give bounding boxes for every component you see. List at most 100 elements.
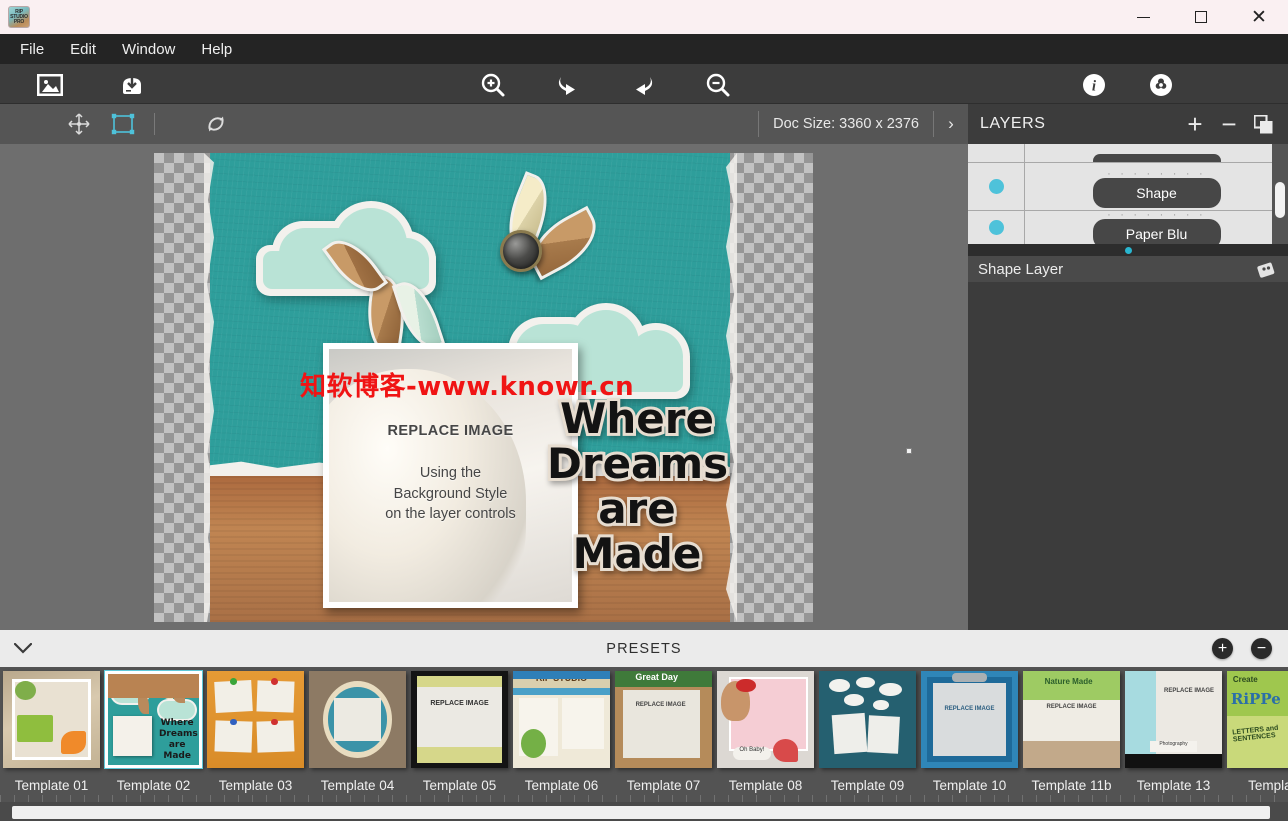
maximize-button[interactable] xyxy=(1172,0,1230,34)
preset-label: Template 05 xyxy=(422,778,497,793)
brad-embellishment xyxy=(500,230,542,272)
preset-item[interactable]: Nature Made REPLACE IMAGE Template 11b xyxy=(1021,667,1122,802)
minimize-button[interactable] xyxy=(1114,0,1172,34)
close-button[interactable]: ✕ xyxy=(1230,0,1288,34)
menu-item-help[interactable]: Help xyxy=(191,34,242,64)
layer-row[interactable]: · · · · · · · · Shape xyxy=(968,162,1288,211)
info-icon[interactable]: i xyxy=(1079,70,1109,100)
cursor-marker xyxy=(906,448,912,454)
maximize-icon xyxy=(1195,11,1207,23)
layer-name-pill[interactable]: Shape xyxy=(1092,177,1221,208)
layer-name-pill[interactable] xyxy=(1092,154,1221,162)
canvas-workspace[interactable]: REPLACE IMAGE Using the Background Style… xyxy=(0,144,968,630)
watermark-text: 知软博客-www.knowr.cn xyxy=(300,372,635,402)
preset-thumbnail[interactable]: REPLACE IMAGE Photography xyxy=(1125,671,1222,768)
add-preset-button[interactable]: + xyxy=(1212,638,1233,659)
instruction-line-1: Using the xyxy=(419,465,482,481)
preset-thumbnail[interactable]: RIP STUDIO xyxy=(513,671,610,768)
menu-item-window[interactable]: Window xyxy=(112,34,185,64)
remove-layer-button[interactable]: − xyxy=(1212,107,1246,141)
redo-icon[interactable] xyxy=(629,70,659,100)
preset-thumbnail[interactable]: REPLACE IMAGE xyxy=(921,671,1018,768)
preset-thumbnail[interactable]: Oh Baby! xyxy=(717,671,814,768)
layer-drag-handle[interactable]: · · · · · · · · xyxy=(1107,168,1206,180)
preset-thumbnail[interactable]: Where Dreams are Made xyxy=(104,670,203,769)
instruction-line-2: Background Style xyxy=(393,485,508,502)
layer-drag-handle[interactable]: · · · · · · · · xyxy=(1107,211,1206,221)
preset-thumbnail[interactable] xyxy=(207,671,304,768)
presets-list: Template 01 Where Dreams are Made Template … xyxy=(0,667,1288,802)
layer-row[interactable] xyxy=(968,144,1288,162)
layer-visibility-toggle[interactable] xyxy=(968,179,1024,194)
minus-icon: − xyxy=(1256,639,1267,657)
layer-content[interactable]: · · · · · · · · Paper Blu xyxy=(1025,211,1288,244)
menu-bar: File Edit Window Help xyxy=(0,34,1288,64)
layer-name-pill[interactable]: Paper Blu xyxy=(1092,218,1221,244)
minimize-icon xyxy=(1136,16,1150,18)
main-toolbar: i xyxy=(0,64,1288,104)
add-layer-button[interactable]: + xyxy=(1178,107,1212,141)
preset-item[interactable]: REPLACE IMAGE Photography Template 13 xyxy=(1123,667,1224,802)
presets-title: PRESETS xyxy=(606,640,682,657)
doc-size-label: Doc Size: 3360 x 2376 xyxy=(773,116,919,132)
preset-label: Template 07 xyxy=(626,778,701,793)
pager-dot-icon[interactable] xyxy=(1124,246,1132,254)
move-tool-icon[interactable] xyxy=(62,110,96,138)
application-window: RIP STUDIO PRO ✕ File Edit Window Help i… xyxy=(0,0,1288,821)
undo-icon[interactable] xyxy=(552,70,582,100)
remove-preset-button[interactable]: − xyxy=(1251,638,1272,659)
layers-scrollbar-thumb[interactable] xyxy=(1275,182,1285,218)
preset-item[interactable]: REPLACE IMAGE Template 10 xyxy=(919,667,1020,802)
preset-thumbnail[interactable]: Great Day REPLACE IMAGE xyxy=(615,671,712,768)
preset-thumbnail[interactable] xyxy=(309,671,406,768)
preset-item[interactable]: Template 03 xyxy=(205,667,306,802)
settings-icon[interactable] xyxy=(1146,70,1176,100)
chevron-right-icon[interactable]: › xyxy=(934,104,968,144)
preset-item[interactable]: Great Day REPLACE IMAGE Template 07 xyxy=(613,667,714,802)
layer-style-button[interactable] xyxy=(1256,259,1276,279)
layer-visibility-toggle[interactable] xyxy=(968,220,1024,235)
menu-item-file[interactable]: File xyxy=(10,34,54,64)
headline-text[interactable]: Where Dreams are Made xyxy=(544,393,731,579)
layer-content[interactable]: · · · · · · · · Shape xyxy=(1025,163,1288,211)
preset-label: Template 04 xyxy=(320,778,395,793)
preset-item[interactable]: REPLACE IMAGE Template 05 xyxy=(409,667,510,802)
doc-size-group: Doc Size: 3360 x 2376 › xyxy=(758,104,968,144)
collapse-presets-button[interactable] xyxy=(0,630,46,667)
tool-separator xyxy=(154,113,155,135)
preset-thumbnail[interactable]: Nature Made REPLACE IMAGE xyxy=(1023,671,1120,768)
preset-thumbnail[interactable]: REPLACE IMAGE xyxy=(411,671,508,768)
layers-list[interactable]: · · · · · · · · Shape · · · · · · · · Pa… xyxy=(968,144,1288,244)
open-image-icon[interactable] xyxy=(35,70,65,100)
preset-item[interactable]: Template 09 xyxy=(817,667,918,802)
layer-content[interactable] xyxy=(1025,144,1288,162)
preset-item[interactable]: Oh Baby! Template 08 xyxy=(715,667,816,802)
presets-horizontal-scrollbar[interactable] xyxy=(0,802,1288,821)
preset-thumbnail[interactable] xyxy=(3,671,100,768)
layer-row[interactable]: · · · · · · · · Paper Blu xyxy=(968,210,1288,244)
replace-image-label: REPLACE IMAGE xyxy=(387,423,514,439)
app-icon: RIP STUDIO PRO xyxy=(8,6,30,28)
preset-label: Template 01 xyxy=(14,778,89,793)
menu-item-edit[interactable]: Edit xyxy=(60,34,106,64)
preset-item[interactable]: Template 04 xyxy=(307,667,408,802)
preset-item[interactable]: Where Dreams are Made Template 02 xyxy=(103,667,204,802)
preset-thumbnail[interactable] xyxy=(819,671,916,768)
preset-thumbnail[interactable]: Create RiPPe LETTERS and SENTENCES xyxy=(1227,671,1288,768)
transform-tool-icon[interactable] xyxy=(106,110,140,138)
zoom-out-icon[interactable] xyxy=(703,70,733,100)
presets-strip[interactable]: Template 01 Where Dreams are Made Template … xyxy=(0,667,1288,802)
duplicate-layer-button[interactable] xyxy=(1246,107,1280,141)
zoom-in-icon[interactable] xyxy=(478,70,508,100)
layers-scrollbar[interactable] xyxy=(1272,144,1288,244)
preset-item[interactable]: Template 01 xyxy=(1,667,102,802)
preset-label: Template 09 xyxy=(830,778,905,793)
reset-rotate-tool-icon[interactable] xyxy=(199,110,233,138)
horizontal-scrollbar-thumb[interactable] xyxy=(12,806,1270,819)
preset-item[interactable]: Create RiPPe LETTERS and SENTENCES Templa… xyxy=(1225,667,1288,802)
save-image-icon[interactable] xyxy=(117,70,147,100)
headline-line-3: are xyxy=(595,483,679,534)
window-controls: ✕ xyxy=(1114,0,1288,34)
preset-item[interactable]: RIP STUDIO Template 06 xyxy=(511,667,612,802)
layers-panel: LAYERS + − · · · · · · · · Shape · · · ·… xyxy=(968,104,1288,630)
